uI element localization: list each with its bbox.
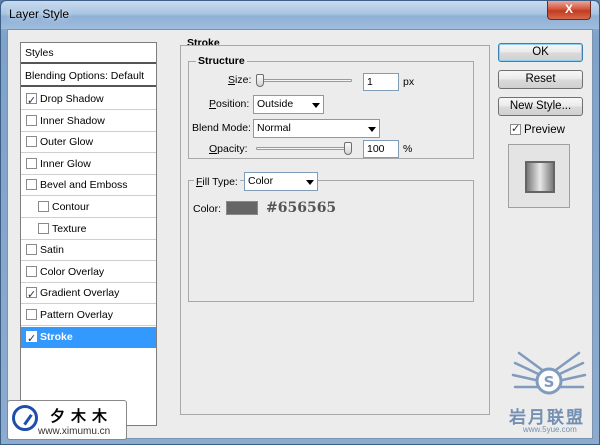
size-slider[interactable]: [256, 79, 352, 82]
color-label: Color:: [193, 203, 222, 215]
styles-list: Styles Blending Options: Default Drop Sh…: [20, 42, 157, 426]
opacity-label: Opacity:: [209, 143, 248, 155]
style-item-label: Satin: [40, 244, 64, 257]
style-item-label: Inner Glow: [40, 157, 91, 170]
opacity-slider[interactable]: [256, 147, 352, 150]
watermark-url-text: www.ximumu.cn: [38, 426, 111, 437]
style-item-label: Bevel and Emboss: [40, 179, 128, 192]
opacity-slider-thumb[interactable]: [344, 142, 352, 155]
window-title: Layer Style: [9, 7, 70, 21]
watermark-cn-text: 夕木木: [50, 408, 114, 425]
preview-checkbox[interactable]: Preview: [510, 122, 565, 136]
preview-shape: [525, 161, 555, 193]
style-checkbox[interactable]: [26, 179, 37, 191]
style-checkbox[interactable]: [26, 157, 37, 169]
layer-style-dialog: Layer Style X Styles Blending Options: D…: [0, 0, 600, 445]
style-item-drop-shadow[interactable]: Drop Shadow: [21, 89, 156, 111]
style-checkbox[interactable]: [38, 222, 49, 234]
preview-thumbnail: [508, 144, 570, 208]
style-item-bevel-and-emboss[interactable]: Bevel and Emboss: [21, 175, 156, 197]
blend-mode-dropdown[interactable]: Normal: [253, 119, 380, 138]
style-item-label: Outer Glow: [40, 136, 94, 149]
position-dropdown[interactable]: Outside: [253, 95, 324, 114]
watermark-5yue: S 岩月联盟 www.5yue.com: [501, 341, 597, 441]
style-checkbox[interactable]: [26, 265, 37, 277]
style-checkbox[interactable]: [26, 285, 37, 305]
chevron-down-icon: [306, 180, 314, 185]
chevron-down-icon: [312, 103, 320, 108]
style-checkbox[interactable]: [26, 329, 37, 349]
size-slider-thumb[interactable]: [256, 74, 264, 87]
fill-type-value: Color: [248, 175, 274, 187]
style-checkbox[interactable]: [26, 114, 37, 126]
blending-options-item[interactable]: Blending Options: Default: [21, 66, 156, 87]
position-value: Outside: [257, 98, 294, 110]
style-item-satin[interactable]: Satin: [21, 240, 156, 262]
reset-button[interactable]: Reset: [498, 70, 583, 89]
styles-header[interactable]: Styles: [21, 43, 156, 64]
style-checkbox[interactable]: [26, 309, 37, 320]
style-item-texture[interactable]: Texture: [21, 219, 156, 240]
ok-button[interactable]: OK: [498, 43, 583, 62]
style-checkbox[interactable]: [26, 244, 37, 256]
size-label: Size:: [228, 74, 252, 86]
blend-mode-label: Blend Mode:: [192, 122, 251, 134]
opacity-input[interactable]: 100: [363, 140, 399, 158]
style-item-label: Drop Shadow: [40, 93, 104, 105]
opacity-unit: %: [403, 143, 413, 155]
style-item-label: Contour: [52, 201, 90, 213]
style-checkbox[interactable]: [26, 91, 37, 111]
title-bar[interactable]: Layer Style X: [1, 1, 599, 29]
fill-type-label: Fill Type:: [194, 176, 240, 188]
style-item-outer-glow[interactable]: Outer Glow: [21, 132, 156, 154]
style-item-label: Texture: [52, 222, 87, 235]
style-item-inner-shadow[interactable]: Inner Shadow: [21, 111, 156, 132]
blend-mode-value: Normal: [257, 122, 291, 134]
style-item-label: Color Overlay: [40, 265, 105, 278]
ximumu-logo-icon: [12, 405, 38, 431]
fill-group: [188, 180, 474, 302]
color-swatch[interactable]: [226, 201, 258, 215]
color-hex-text: #656565: [266, 200, 337, 216]
style-item-label: Inner Shadow: [40, 114, 105, 127]
size-input[interactable]: 1: [363, 73, 399, 91]
fill-type-dropdown[interactable]: Color: [244, 172, 318, 191]
style-item-label: Stroke: [40, 330, 73, 343]
style-item-inner-glow[interactable]: Inner Glow: [21, 154, 156, 175]
preview-checkbox-box[interactable]: [510, 122, 521, 135]
style-checkbox[interactable]: [26, 136, 37, 148]
close-button[interactable]: X: [547, 1, 591, 20]
style-item-stroke[interactable]: Stroke: [21, 326, 156, 349]
structure-title: Structure: [196, 55, 247, 67]
style-checkbox[interactable]: [38, 201, 49, 212]
chevron-down-icon: [368, 127, 376, 132]
watermark-ximumu: 夕木木 www.ximumu.cn: [7, 400, 127, 440]
new-style-button[interactable]: New Style...: [498, 97, 583, 116]
style-item-color-overlay[interactable]: Color Overlay: [21, 262, 156, 283]
style-item-label: Pattern Overlay: [40, 309, 113, 321]
preview-label: Preview: [524, 124, 565, 136]
watermark-right-url: www.5yue.com: [523, 425, 577, 434]
style-item-label: Gradient Overlay: [40, 287, 120, 300]
style-item-gradient-overlay[interactable]: Gradient Overlay: [21, 283, 156, 305]
style-item-pattern-overlay[interactable]: Pattern Overlay: [21, 305, 156, 326]
size-unit: px: [403, 76, 415, 88]
style-item-contour[interactable]: Contour: [21, 197, 156, 218]
svg-text:S: S: [544, 373, 555, 391]
position-label: Position:: [209, 98, 250, 110]
winged-logo-icon: S: [511, 351, 587, 395]
